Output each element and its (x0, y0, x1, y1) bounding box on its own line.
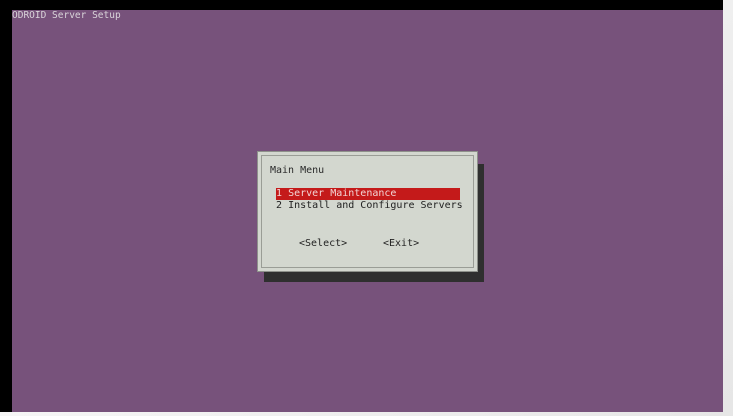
menu-item-server-maintenance[interactable]: 1 Server Maintenance (276, 188, 460, 200)
select-button[interactable]: <Select> (299, 238, 347, 250)
menu-item-key: 2 (276, 200, 283, 211)
menu-item-label: Install and Configure Servers (288, 200, 463, 211)
terminal-window: ODROID Server Setup Main Menu 1 Server M… (0, 0, 723, 412)
menu-item-install-configure[interactable]: 2 Install and Configure Servers (276, 200, 463, 212)
backtitle: ODROID Server Setup (12, 10, 121, 22)
dialog-title: Main Menu (270, 165, 325, 176)
main-menu-dialog: Main Menu 1 Server Maintenance 2 Install… (257, 151, 478, 272)
menu-item-label: Server Maintenance (288, 188, 397, 199)
menu-item-key: 1 (276, 188, 283, 199)
exit-button[interactable]: <Exit> (383, 238, 419, 250)
